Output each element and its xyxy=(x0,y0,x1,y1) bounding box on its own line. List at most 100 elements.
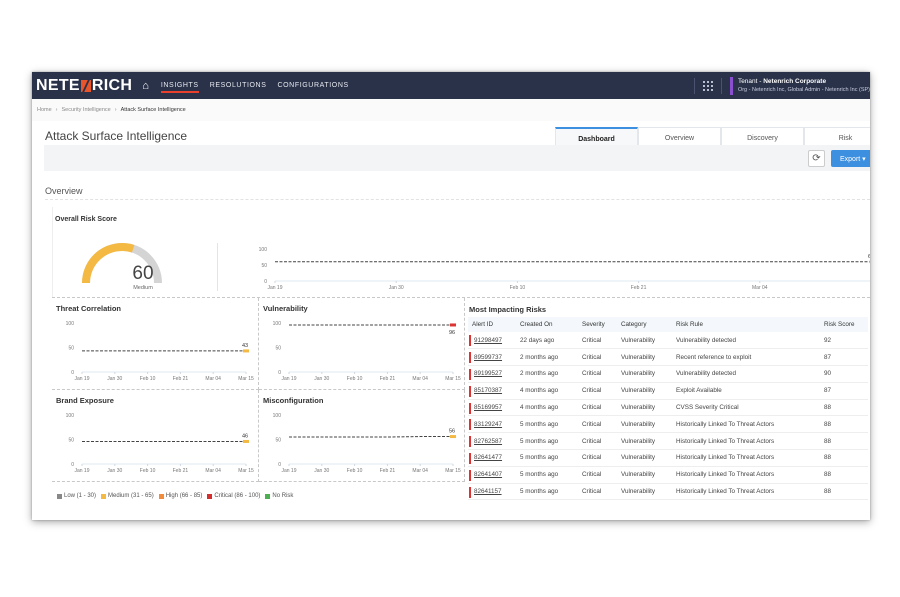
breadcrumb-item[interactable]: Security Intelligence xyxy=(62,107,111,113)
alert-id-link[interactable]: 82641407 xyxy=(474,471,502,478)
breadcrumb: Home › Security Intelligence › Attack Surfac… xyxy=(32,99,870,121)
data-label: 96 xyxy=(449,330,455,336)
alert-id-link[interactable]: 83129247 xyxy=(474,421,502,428)
column-header[interactable]: Risk Score xyxy=(820,317,868,332)
refresh-button[interactable]: ⟳ xyxy=(808,150,825,167)
table-row[interactable]: 83129247 5 months ago Critical Vulnerabilit… xyxy=(468,415,868,434)
table-row[interactable]: 89199527 2 months ago Critical Vulnerabilit… xyxy=(468,365,868,383)
table-row[interactable]: 82641477 5 months ago Critical Vulnerabilit… xyxy=(468,449,868,467)
refresh-icon: ⟳ xyxy=(812,153,821,164)
table-cell: 88 xyxy=(820,432,868,451)
page-title: Attack Surface Intelligence xyxy=(45,129,188,143)
table-cell: Vulnerability xyxy=(617,466,672,484)
table-cell: 22 days ago xyxy=(516,332,578,350)
x-tick-label: Feb 10 xyxy=(347,468,363,474)
table-cell: Critical xyxy=(578,483,617,501)
legend-item[interactable]: Low (1 - 30) xyxy=(57,493,96,499)
divider xyxy=(45,199,870,200)
nav-item-configurations[interactable]: CONFIGURATIONS xyxy=(277,82,348,90)
x-tick-label: Feb 10 xyxy=(347,376,363,382)
top-nav-bar: NETE RICH ⌂ INSIGHTS RESOLUTIONS CONFIGURAT… xyxy=(32,72,870,99)
table-row[interactable]: 82641407 5 months ago Critical Vulnerabilit… xyxy=(468,466,868,484)
legend-item[interactable]: High (66 - 85) xyxy=(158,493,202,499)
legend-item[interactable]: Critical (86 - 100) xyxy=(207,493,260,499)
table-cell: Vulnerability xyxy=(617,483,672,501)
data-point xyxy=(450,435,456,439)
table-header: Alert ID Created On Severity Category Risk R… xyxy=(468,317,868,332)
alert-id-link[interactable]: 89199527 xyxy=(474,370,502,377)
nav-item-resolutions[interactable]: RESOLUTIONS xyxy=(210,82,267,90)
card-title: Most Impacting Risks xyxy=(469,305,547,314)
table-cell: Vulnerability xyxy=(617,382,672,400)
chevron-right-icon: › xyxy=(55,107,58,113)
table-cell: 4 months ago xyxy=(516,399,578,417)
main-nav: INSIGHTS RESOLUTIONS CONFIGURATIONS xyxy=(160,82,360,93)
x-tick-label: Jan 19 xyxy=(74,376,89,382)
legend-item[interactable]: Medium (31 - 65) xyxy=(101,493,154,499)
x-tick-label: Feb 21 xyxy=(380,468,396,474)
table-cell: Critical xyxy=(578,332,617,350)
alert-id-link[interactable]: 89599737 xyxy=(474,354,502,361)
alert-id-link[interactable]: 82762587 xyxy=(474,438,502,445)
table-row[interactable]: 82762587 5 months ago Critical Vulnerabilit… xyxy=(468,432,868,451)
misconfiguration-chart: 050100Jan 19 Jan 30 Feb 10 Feb 21 Mar 04 Mar … xyxy=(273,413,461,474)
table-row[interactable]: 85169957 4 months ago Critical Vulnerabilit… xyxy=(468,399,868,417)
alert-id-cell: 91298497 xyxy=(468,332,516,350)
x-tick-label: Mar 04 xyxy=(752,285,768,291)
nav-item-insights[interactable]: INSIGHTS xyxy=(160,82,199,93)
table-cell: 5 months ago xyxy=(516,432,578,451)
legend-label: Critical (86 - 100) xyxy=(214,493,261,499)
risks-table: Alert ID Created On Severity Category Risk R… xyxy=(468,317,868,501)
column-header[interactable]: Created On xyxy=(516,317,578,332)
data-point xyxy=(869,260,870,264)
table-cell: 5 months ago xyxy=(516,483,578,501)
table-row[interactable]: 91298497 22 days ago Critical Vulnerability… xyxy=(468,332,868,350)
table-row[interactable]: 89599737 2 months ago Critical Vulnerabilit… xyxy=(468,348,868,367)
breadcrumb-item[interactable]: Home xyxy=(37,107,52,113)
alert-id-link[interactable]: 85169957 xyxy=(474,404,502,411)
divider xyxy=(217,243,218,291)
table-cell: 90 xyxy=(820,365,868,383)
x-tick-label: Mar 04 xyxy=(205,376,221,382)
x-tick-label: Feb 10 xyxy=(140,376,156,382)
alert-id-link[interactable]: 85170387 xyxy=(474,387,502,394)
data-label: 46 xyxy=(242,433,248,439)
column-header[interactable]: Risk Rule xyxy=(672,317,820,332)
alert-id-cell: 89199527 xyxy=(468,365,516,383)
table-row[interactable]: 85170387 4 months ago Critical Vulnerabilit… xyxy=(468,382,868,400)
misconfiguration-card: Misconfiguration 0 50 100 Jan 19 Jan 30 Feb 1… xyxy=(259,390,465,482)
alert-id-link[interactable]: 82641157 xyxy=(474,488,502,495)
x-tick-label: Feb 21 xyxy=(173,376,189,382)
tenant-switcher[interactable]: Tenant - Netenrich Corporate Org - Neten… xyxy=(738,77,870,95)
chevron-right-icon: › xyxy=(114,107,117,113)
table-row[interactable]: 82641157 5 months ago Critical Vulnerabilit… xyxy=(468,483,868,501)
table-cell: 2 months ago xyxy=(516,365,578,383)
alert-id-link[interactable]: 82641477 xyxy=(474,454,502,461)
data-label: 56 xyxy=(449,429,455,435)
y-tick-label: 50 xyxy=(261,263,267,269)
export-button[interactable]: Export ▾ xyxy=(831,150,870,167)
divider xyxy=(720,77,722,94)
y-tick-label: 100 xyxy=(66,321,75,327)
table-cell: Critical xyxy=(578,415,617,434)
column-header[interactable]: Alert ID xyxy=(468,317,516,332)
alert-id-cell: 89599737 xyxy=(468,348,516,367)
column-header[interactable]: Category xyxy=(617,317,672,332)
alert-id-cell: 82641407 xyxy=(468,466,516,484)
table-cell: 88 xyxy=(820,466,868,484)
x-tick-label: Jan 30 xyxy=(107,376,122,382)
alert-id-cell: 82762587 xyxy=(468,432,516,451)
home-icon[interactable]: ⌂ xyxy=(142,80,149,92)
data-point xyxy=(243,439,249,443)
app-grid-icon[interactable] xyxy=(702,80,713,91)
table-cell: Historically Linked To Threat Actors xyxy=(672,483,820,501)
netenrich-logo[interactable]: NETE RICH xyxy=(36,77,132,95)
legend-item[interactable]: No Risk xyxy=(265,493,293,499)
table-cell: 87 xyxy=(820,382,868,400)
alert-id-link[interactable]: 91298497 xyxy=(474,337,502,344)
x-tick-label: Mar 15 xyxy=(238,376,254,382)
column-header[interactable]: Severity xyxy=(578,317,617,332)
most-impacting-risks-card: Most Impacting Risks Alert ID Created On S… xyxy=(465,298,870,513)
legend-label: Medium (31 - 65) xyxy=(108,493,154,499)
table-cell: Historically Linked To Threat Actors xyxy=(672,449,820,467)
